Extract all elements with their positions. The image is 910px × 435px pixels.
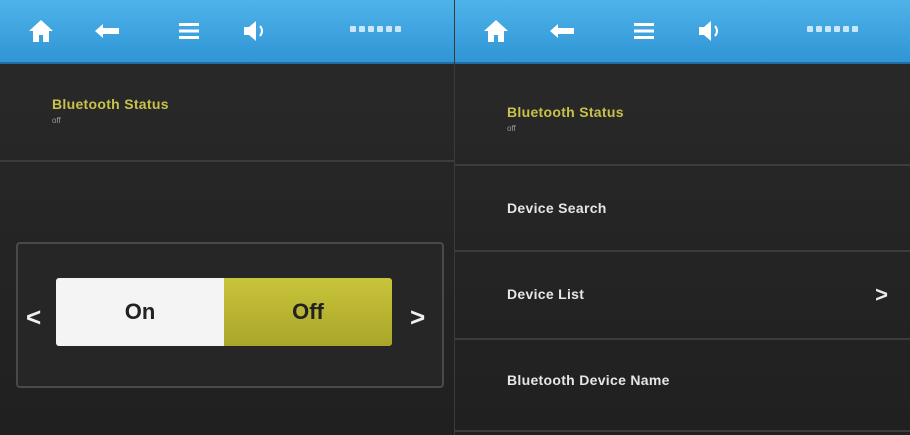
status-indicators (350, 26, 401, 36)
toggle-off-option[interactable]: Off (224, 278, 392, 346)
toggle-on-option[interactable]: On (56, 278, 224, 346)
bluetooth-status-label: Bluetooth Status (52, 96, 169, 112)
menu-icon[interactable] (629, 16, 659, 46)
home-icon[interactable] (481, 16, 511, 46)
top-bar (0, 0, 454, 64)
device-search-row[interactable]: Device Search (455, 166, 910, 252)
toggle-prev-arrow[interactable]: < (26, 302, 41, 333)
toggle-next-arrow[interactable]: > (410, 302, 425, 333)
status-indicators (807, 26, 858, 36)
bluetooth-status-row[interactable]: Bluetooth Status off (0, 64, 454, 162)
menu-icon[interactable] (174, 16, 204, 46)
top-bar (455, 0, 910, 64)
home-icon[interactable] (26, 16, 56, 46)
back-icon[interactable] (547, 16, 577, 46)
right-screen: Bluetooth Status off Device Search Devic… (454, 0, 910, 435)
bluetooth-device-name-label: Bluetooth Device Name (507, 372, 670, 388)
bluetooth-status-value: off (52, 116, 61, 125)
device-list-label: Device List (507, 286, 585, 302)
left-screen: Bluetooth Status off < On Off > (0, 0, 454, 435)
bluetooth-status-label: Bluetooth Status (507, 104, 624, 120)
bluetooth-status-row[interactable]: Bluetooth Status off (455, 64, 910, 166)
device-list-row[interactable]: Device List > (455, 252, 910, 340)
device-search-label: Device Search (507, 200, 607, 216)
bluetooth-device-name-row[interactable]: Bluetooth Device Name (455, 340, 910, 432)
bluetooth-status-value: off (507, 124, 516, 133)
bluetooth-toggle-panel: < On Off > (16, 242, 444, 388)
volume-icon[interactable] (695, 16, 725, 46)
chevron-right-icon: > (875, 282, 888, 307)
back-icon[interactable] (92, 16, 122, 46)
volume-icon[interactable] (240, 16, 270, 46)
